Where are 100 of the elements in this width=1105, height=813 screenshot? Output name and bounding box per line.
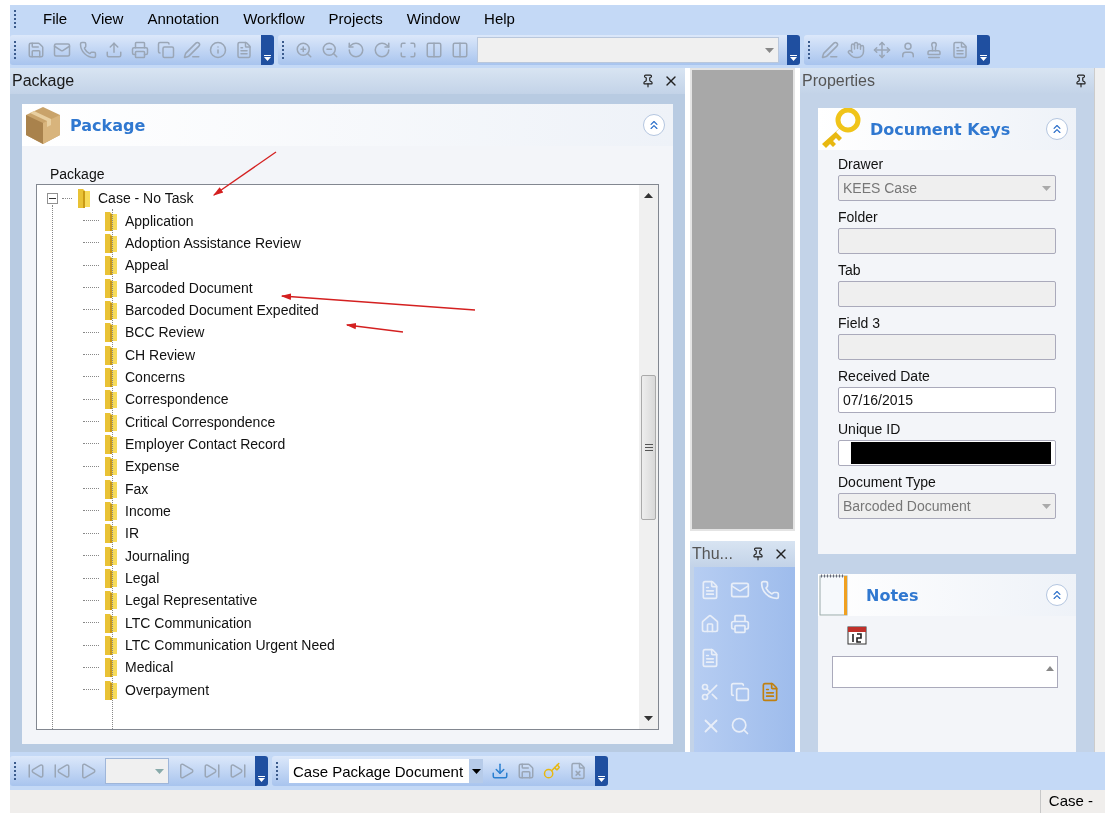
collapse-button[interactable] [643,114,665,136]
tree-item[interactable]: Critical Correspondence [123,412,278,431]
dropdown-caret-icon [155,768,164,774]
collapse-toggle[interactable] [47,192,58,204]
menu-item[interactable]: Workflow [243,10,305,27]
rotate-left-icon[interactable] [347,41,365,59]
pin-icon[interactable] [751,547,765,561]
scrollbar[interactable] [639,185,658,729]
folder-icon [103,411,119,432]
paste-icon[interactable] [760,682,780,702]
zoom-in-icon[interactable] [295,41,313,59]
toolbar-overflow-button[interactable] [595,756,609,786]
key-icon[interactable] [543,762,562,780]
section-title: Notes [866,585,920,605]
tree-item[interactable]: Medical [123,658,176,677]
scroll-down-icon[interactable] [644,716,653,721]
tree-item[interactable]: LTC Communication Urgent Need [123,636,337,655]
rotate-right-icon[interactable] [373,41,391,59]
fit-page-icon[interactable] [399,41,417,59]
save-icon[interactable] [517,762,536,780]
tree-item[interactable]: BCC Review [123,323,207,342]
tree-item[interactable]: CH Review [123,345,197,364]
page-combo[interactable] [105,758,169,784]
first-page-icon[interactable] [53,762,71,780]
scroll-up-icon[interactable] [644,193,653,198]
printer-icon[interactable] [730,614,750,634]
tree-item[interactable]: Employer Contact Record [123,434,288,453]
menu-item[interactable]: Window [406,10,461,27]
tree-item[interactable]: Adoption Assistance Review [123,233,303,252]
menu-item[interactable]: File [43,10,68,27]
toolbar-overflow-button[interactable] [255,756,268,786]
toolbar-overflow-button[interactable] [261,35,274,65]
annotate-icon[interactable] [821,41,839,59]
input-field[interactable] [838,440,1056,466]
menu-item[interactable]: View [91,10,124,27]
tree-item[interactable]: Application [123,211,196,230]
pin-icon[interactable] [641,74,655,88]
tree-item[interactable]: Concerns [123,367,187,386]
tree-item[interactable]: IR [123,524,141,543]
move-icon[interactable] [873,41,891,59]
document-icon[interactable] [951,41,969,59]
collapse-button[interactable] [1046,118,1068,140]
fit-width-icon[interactable] [425,41,443,59]
stamp-icon[interactable] [925,41,943,59]
tree-item[interactable]: Barcoded Document [123,278,255,297]
tree-item[interactable]: Appeal [123,256,171,275]
tree-item[interactable]: Journaling [123,546,192,565]
folder-icon [103,232,119,253]
document-icon[interactable] [700,580,720,600]
envelope-icon[interactable] [53,41,71,59]
input-field[interactable]: 07/16/2015 [838,387,1056,413]
calendar-icon[interactable] [846,624,868,646]
folder-icon [103,679,119,700]
last-page-icon[interactable] [203,762,221,780]
save-icon[interactable] [27,41,45,59]
notes-field[interactable] [832,656,1058,688]
tree-item[interactable]: Legal [123,569,162,587]
download-icon[interactable] [491,762,510,780]
next-icon[interactable] [177,762,195,780]
printer-icon[interactable] [131,41,149,59]
toolbar-overflow-button[interactable] [787,35,800,65]
search-icon[interactable] [730,716,750,736]
document-icon[interactable] [235,41,253,59]
collapse-button[interactable] [1046,584,1068,606]
tree-item[interactable]: Case - No Task [96,189,196,208]
tree-item[interactable]: Expense [123,457,182,476]
person-icon[interactable] [899,41,917,59]
toolbar-overflow-button[interactable] [977,35,990,65]
scissors-icon[interactable] [700,682,720,702]
tree-item[interactable]: Fax [123,479,151,498]
tree-item[interactable]: Correspondence [123,390,231,409]
tree-item[interactable]: Barcoded Document Expedited [123,300,321,319]
menu-item[interactable]: Annotation [147,10,220,27]
page-icon[interactable] [700,648,720,668]
menu-item[interactable]: Projects [328,10,383,27]
pen-icon[interactable] [183,41,201,59]
tree-item[interactable]: Overpayment [123,680,212,699]
pin-icon[interactable] [1074,74,1088,88]
document-selector[interactable]: Case Package Document [289,759,484,783]
tree-item[interactable]: Legal Representative [123,591,260,610]
zoom-combo[interactable] [477,37,779,63]
fit-height-icon[interactable] [451,41,469,59]
copy-icon[interactable] [730,682,750,702]
copy-icon[interactable] [157,41,175,59]
menu-item[interactable]: Help [484,10,515,27]
scrollbar[interactable] [1094,68,1105,752]
upload-icon[interactable] [105,41,123,59]
rewind-icon[interactable] [27,762,45,780]
hand-icon[interactable] [847,41,865,59]
folder-icon [103,635,119,656]
info-icon[interactable] [209,41,227,59]
tree-item[interactable]: LTC Communication [123,613,254,632]
delete-document-icon[interactable] [569,762,588,780]
phone-icon[interactable] [79,41,97,59]
previous-icon[interactable] [79,762,97,780]
envelope-icon[interactable] [730,580,750,600]
house-icon[interactable] [700,614,720,634]
tree-item[interactable]: Income [123,502,173,520]
fast-forward-icon[interactable] [229,762,247,780]
zoom-out-icon[interactable] [321,41,339,59]
